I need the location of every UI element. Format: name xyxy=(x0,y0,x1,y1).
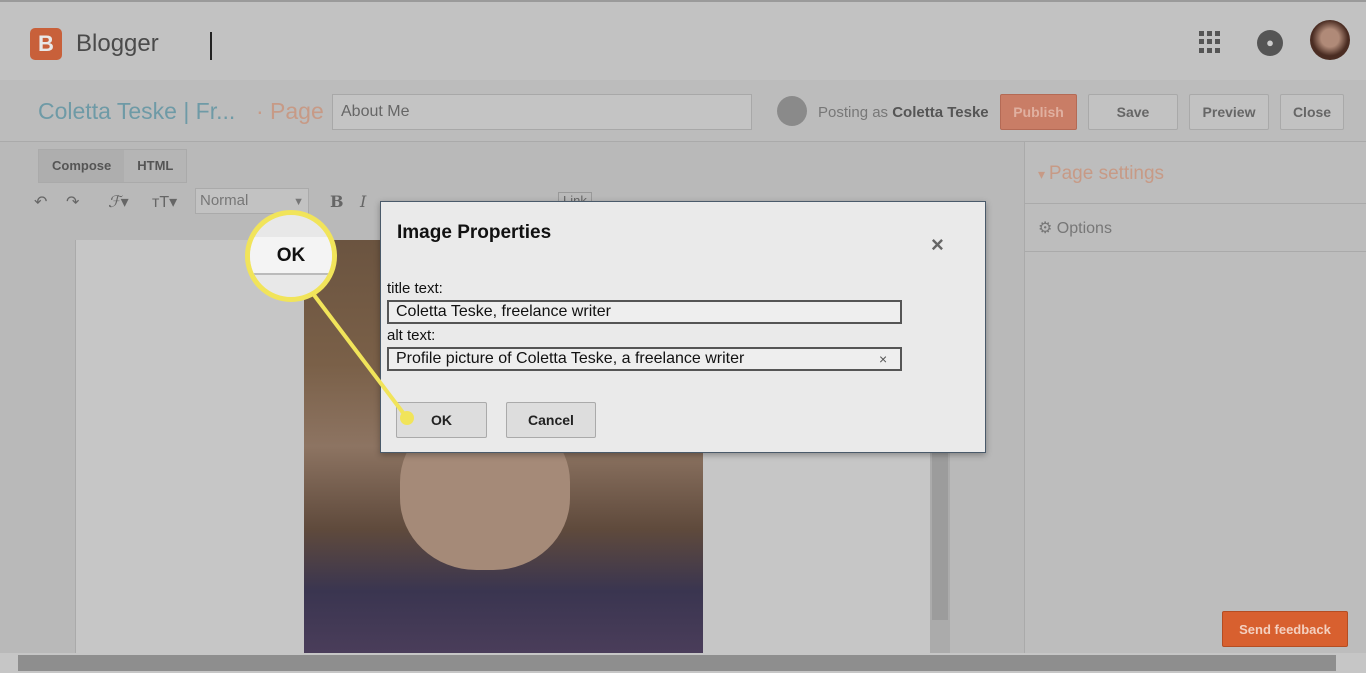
callout-label: OK xyxy=(250,237,332,275)
ok-callout-magnifier: OK xyxy=(245,210,337,302)
callout-pointer xyxy=(312,293,409,420)
callout-dot xyxy=(400,411,414,425)
